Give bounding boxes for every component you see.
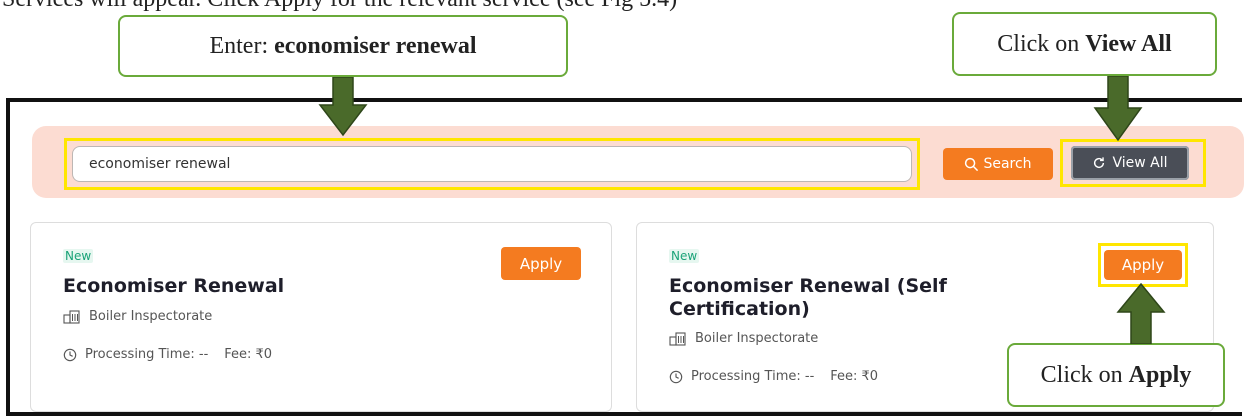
department: Boiler Inspectorate [669,331,818,346]
callout-enter: Enter: economiser renewal [118,15,568,77]
callout-view-all-prefix: Click on [997,30,1080,57]
search-button-label: Search [983,156,1032,172]
new-badge: New [63,249,94,263]
processing-meta: Processing Time: -- Fee: ₹0 [63,347,272,362]
new-badge: New [669,249,700,263]
callout-enter-bold: economiser renewal [274,32,477,59]
callout-apply-bold: Apply [1128,361,1192,388]
refresh-icon [1094,157,1105,169]
apply-button[interactable]: Apply [501,247,581,280]
arrow-down-icon [318,77,368,137]
department-label: Boiler Inspectorate [695,331,819,346]
callout-view-all: Click on View All [952,12,1217,76]
department: Boiler Inspectorate [63,309,212,324]
clock-icon [669,370,683,383]
view-all-button[interactable]: View All [1071,146,1189,180]
apply-button[interactable]: Apply [1104,250,1182,280]
service-title: Economiser Renewal (Self Certification) [669,275,947,320]
fee: Fee: ₹0 [830,369,879,384]
processing-time: Processing Time: -- [85,347,209,362]
callout-view-all-bold: View All [1085,30,1172,57]
instruction-text: Services will appear. Click Apply for th… [2,0,677,13]
fee: Fee: ₹0 [224,347,273,362]
callout-apply: Click on Apply [1007,343,1225,407]
building-icon [63,309,80,324]
search-icon [965,157,979,171]
building-icon [669,331,686,346]
service-title: Economiser Renewal [63,275,285,297]
arrow-up-icon [1116,282,1166,344]
view-all-button-label: View All [1112,155,1168,171]
callout-apply-prefix: Click on [1040,361,1123,388]
processing-meta: Processing Time: -- Fee: ₹0 [669,369,878,384]
department-label: Boiler Inspectorate [89,309,213,324]
callout-enter-prefix: Enter: [209,32,269,59]
search-button[interactable]: Search [943,148,1053,180]
clock-icon [63,348,77,361]
search-input[interactable] [72,146,912,182]
processing-time: Processing Time: -- [691,369,815,384]
arrow-down-icon [1093,76,1143,142]
service-card: New Economiser Renewal Boiler Inspectora… [30,222,612,412]
